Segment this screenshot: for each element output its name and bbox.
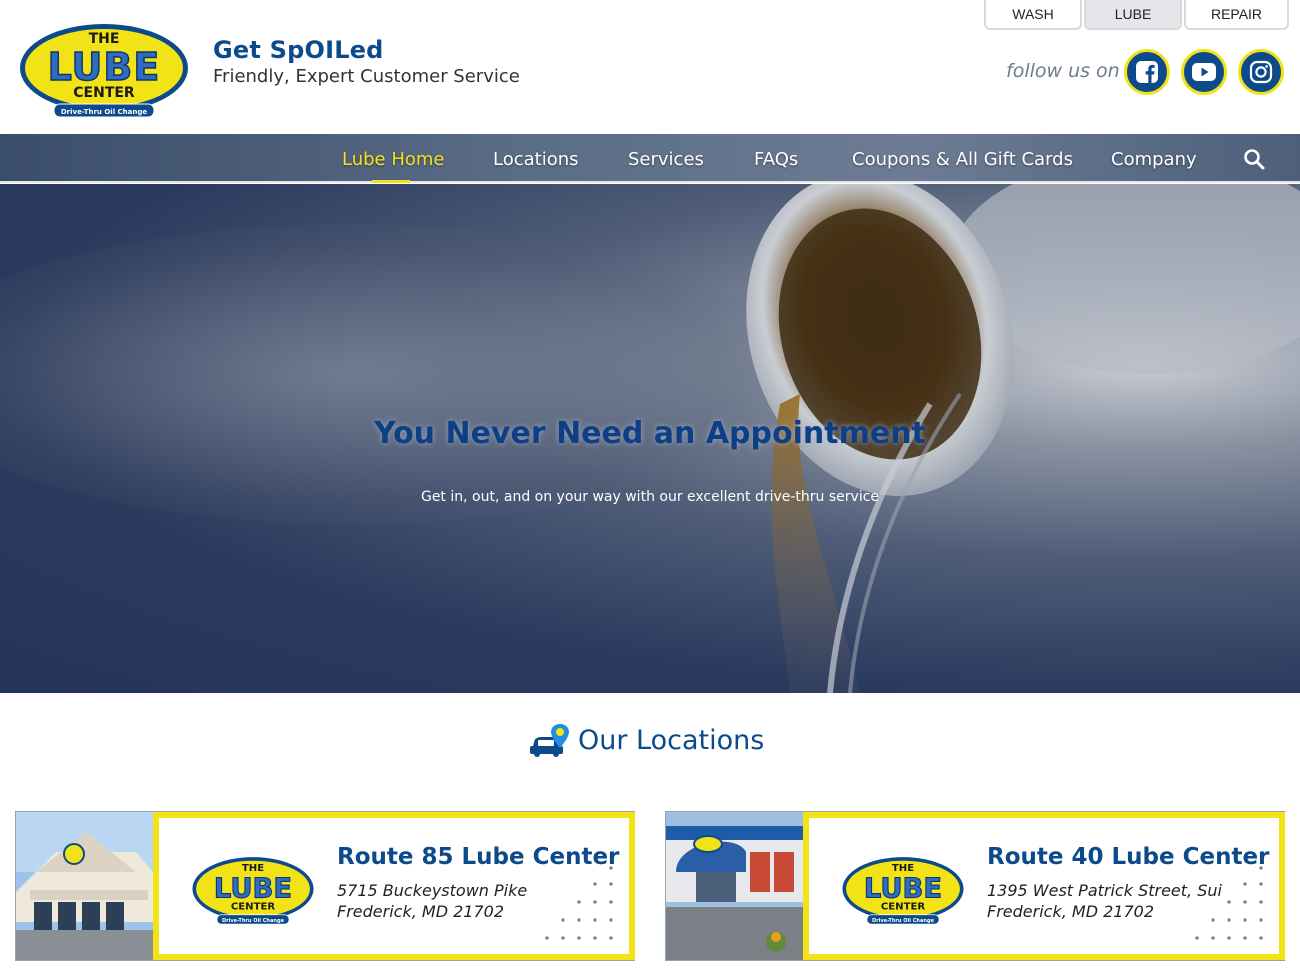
youtube-icon bbox=[1192, 63, 1216, 81]
svg-text:CENTER: CENTER bbox=[881, 902, 925, 913]
main-nav: Lube Home Locations Services FAQs Coupon… bbox=[0, 134, 1300, 183]
location-photo bbox=[16, 812, 153, 960]
address-line-2: Frederick, MD 21702 bbox=[987, 902, 1154, 921]
svg-text:Drive-Thru Oil Change: Drive-Thru Oil Change bbox=[872, 918, 935, 924]
lube-center-logo: THE LUBE CENTER Drive-Thru Oil Change bbox=[842, 857, 964, 925]
brand-tabs: WASH LUBE REPAIR bbox=[984, 0, 1289, 30]
nav-services[interactable]: Services bbox=[628, 149, 704, 170]
svg-text:LUBE: LUBE bbox=[48, 45, 161, 89]
hero-subtitle: Get in, out, and on your way with our ex… bbox=[420, 489, 880, 505]
facebook-icon bbox=[1136, 61, 1158, 83]
youtube-button[interactable] bbox=[1181, 49, 1227, 95]
active-nav-underline bbox=[372, 180, 410, 183]
location-address: 1395 West Patrick Street, Suite C Freder… bbox=[987, 880, 1223, 922]
tagline-subtitle: Friendly, Expert Customer Service bbox=[213, 66, 520, 87]
svg-text:THE: THE bbox=[242, 863, 264, 874]
svg-text:CENTER: CENTER bbox=[73, 85, 135, 101]
tab-repair[interactable]: REPAIR bbox=[1184, 0, 1289, 30]
car-location-pin-icon bbox=[530, 724, 569, 757]
location-photo bbox=[666, 812, 803, 960]
site-header: THE LUBE CENTER Drive-Thru Oil Change Ge… bbox=[0, 0, 1300, 134]
tagline-title: Get SpOILed bbox=[213, 36, 384, 64]
lube-center-logo: THE LUBE CENTER Drive-Thru Oil Change bbox=[192, 857, 314, 925]
nav-company[interactable]: Company bbox=[1111, 149, 1197, 170]
nav-faqs[interactable]: FAQs bbox=[754, 149, 798, 170]
location-card[interactable]: THE LUBE CENTER Drive-Thru Oil Change Ro… bbox=[665, 811, 1285, 961]
tab-wash[interactable]: WASH bbox=[984, 0, 1082, 30]
facebook-button[interactable] bbox=[1124, 49, 1170, 95]
svg-text:Drive-Thru Oil Change: Drive-Thru Oil Change bbox=[61, 108, 148, 116]
svg-text:THE: THE bbox=[892, 863, 914, 874]
follow-us-label: follow us on bbox=[1006, 60, 1120, 82]
nav-locations[interactable]: Locations bbox=[493, 149, 579, 170]
svg-text:CENTER: CENTER bbox=[231, 902, 275, 913]
svg-text:Drive-Thru Oil Change: Drive-Thru Oil Change bbox=[222, 918, 285, 924]
nav-coupons-gift-cards[interactable]: Coupons & All Gift Cards bbox=[852, 149, 1073, 170]
instagram-icon bbox=[1249, 60, 1273, 84]
svg-text:LUBE: LUBE bbox=[864, 873, 942, 904]
locations-heading: Our Locations bbox=[530, 722, 764, 758]
address-line-1: 1395 West Patrick Street, Suite C bbox=[987, 881, 1223, 900]
lube-center-logo[interactable]: THE LUBE CENTER Drive-Thru Oil Change bbox=[18, 22, 190, 120]
nav-lube-home[interactable]: Lube Home bbox=[342, 149, 445, 170]
tab-lube[interactable]: LUBE bbox=[1084, 0, 1182, 30]
search-icon[interactable] bbox=[1242, 147, 1266, 171]
decorative-dots bbox=[545, 866, 613, 940]
svg-text:LUBE: LUBE bbox=[214, 873, 292, 904]
instagram-button[interactable] bbox=[1238, 49, 1284, 95]
hero-banner: You Never Need an Appointment Get in, ou… bbox=[0, 184, 1300, 693]
location-card[interactable]: THE LUBE CENTER Drive-Thru Oil Change Ro… bbox=[15, 811, 635, 961]
location-info-panel: THE LUBE CENTER Drive-Thru Oil Change Ro… bbox=[153, 812, 635, 960]
location-info-panel: THE LUBE CENTER Drive-Thru Oil Change Ro… bbox=[803, 812, 1285, 960]
locations-heading-text: Our Locations bbox=[578, 724, 765, 756]
hero-title: You Never Need an Appointment bbox=[374, 416, 926, 451]
decorative-dots bbox=[1195, 866, 1263, 940]
